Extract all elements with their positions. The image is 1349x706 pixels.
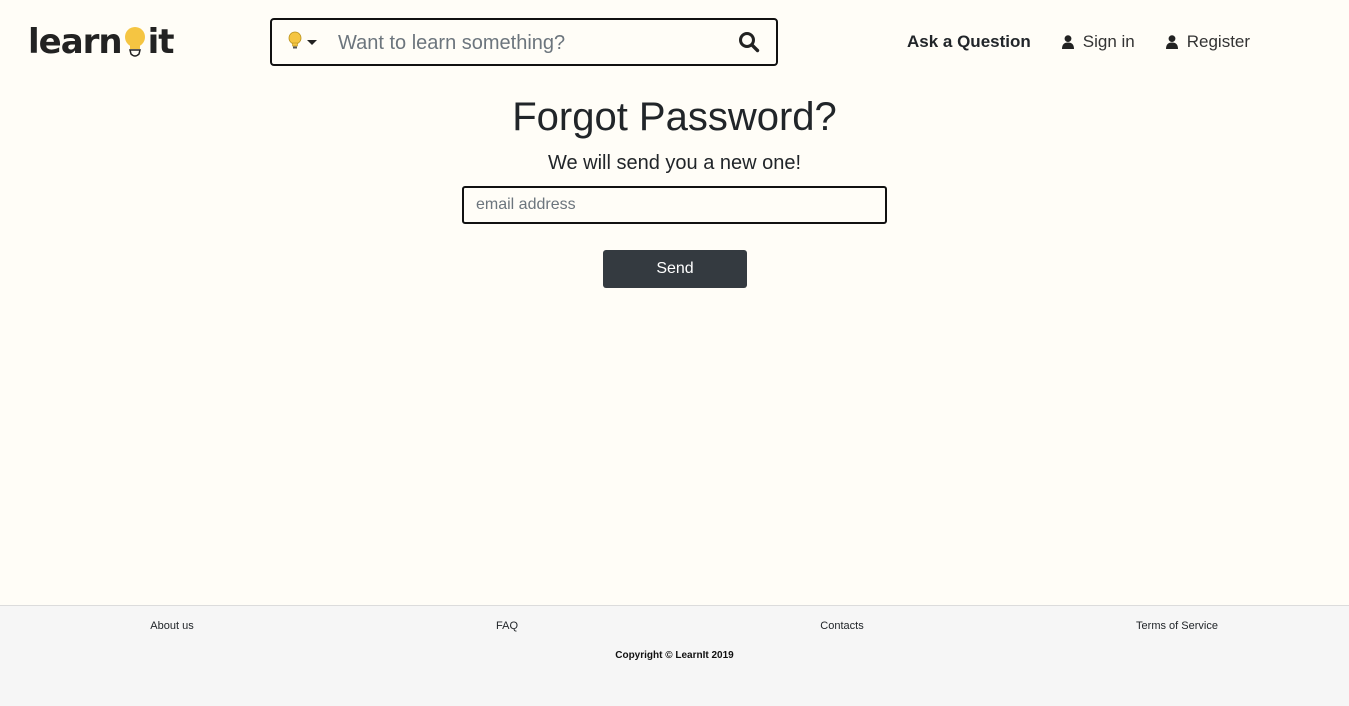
footer-link-contacts[interactable]: Contacts — [820, 620, 863, 632]
header: learn it Want to learn something? Ask a … — [0, 0, 1349, 84]
footer-link-faq[interactable]: FAQ — [496, 620, 518, 632]
sign-in-label: Sign in — [1082, 32, 1135, 51]
register-label: Register — [1186, 32, 1251, 51]
sign-in-link[interactable]: Sign in — [1061, 32, 1135, 52]
register-link[interactable]: Register — [1165, 32, 1251, 52]
page-title: Forgot Password? — [512, 95, 837, 139]
footer-link-about-us[interactable]: About us — [150, 620, 193, 632]
copyright-text: Copyright © LearnIt 2019 — [615, 650, 734, 661]
user-icon — [1165, 35, 1178, 49]
search-icon[interactable] — [738, 31, 760, 53]
logo[interactable]: learn it — [28, 22, 175, 62]
chevron-down-icon — [307, 40, 317, 46]
footer-link-terms[interactable]: Terms of Service — [1136, 620, 1218, 632]
footer: About us FAQ Contacts Terms of Service C… — [0, 605, 1349, 706]
logo-text-start: learn — [28, 22, 123, 62]
search-input[interactable] — [336, 28, 720, 58]
lightbulb-icon — [288, 31, 302, 56]
top-nav: Ask a Question Sign in Register — [907, 31, 1250, 53]
user-icon — [1061, 35, 1074, 49]
logo-text-end: it — [147, 22, 175, 62]
category-dropdown[interactable] — [288, 31, 317, 56]
lightbulb-logo-icon — [122, 24, 148, 60]
search-bar — [270, 18, 778, 66]
ask-question-link[interactable]: Ask a Question — [907, 32, 1031, 52]
email-field[interactable] — [462, 186, 887, 224]
page-subtitle: We will send you a new one! — [547, 152, 802, 174]
send-button[interactable]: Send — [603, 250, 747, 288]
